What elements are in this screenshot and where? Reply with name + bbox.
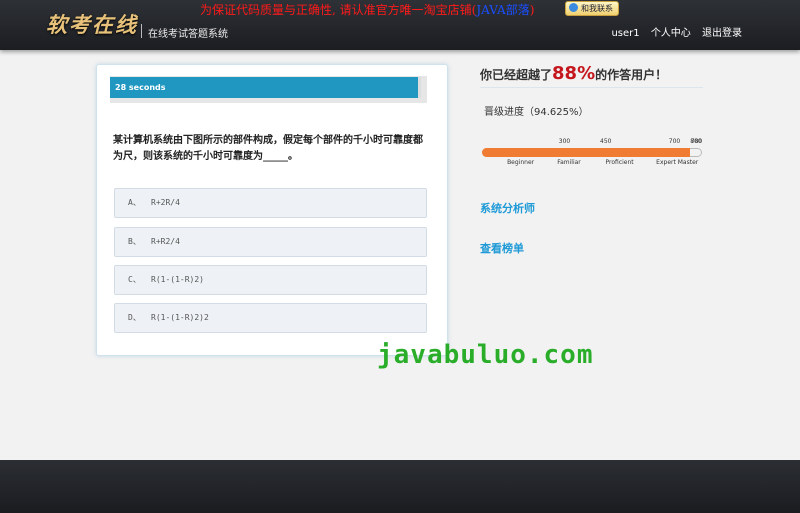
leaderboard-link[interactable]: 查看榜单 [480,240,524,256]
promo-shop-link[interactable]: JAVA部落 [476,3,529,17]
option-text: R(1-(1-R)2) [151,275,204,284]
progress-tick-label: 700 [668,138,681,145]
progress-level-label: Proficient [605,159,634,166]
nav-profile-link[interactable]: 个人中心 [651,28,691,39]
question-card: 28 seconds 某计算机系统由下图所示的部件构成，假定每个部件的千小时可靠… [96,64,448,356]
chat-icon [569,3,578,12]
timer-progress-bar: 28 seconds [110,77,421,98]
timer-text: 28 seconds [115,83,166,92]
progress-level-label: Master [677,159,699,166]
beat-percentage: 88% [552,63,596,84]
promo-banner: 为保证代码质量与正确性, 请认准官方唯一淘宝店铺(JAVA部落) [200,1,534,18]
top-header: 软考在线 在线考试答题系统 为保证代码质量与正确性, 请认准官方唯一淘宝店铺(J… [0,0,800,50]
level-progress-fill [482,148,690,157]
option-b[interactable]: B、 R+R2/4 [114,227,427,257]
option-letter: A、 [128,198,141,207]
nav-username[interactable]: user1 [611,28,639,39]
option-c[interactable]: C、 R(1-(1-R)2) [114,265,427,295]
option-letter: D、 [128,313,141,322]
site-subtitle: 在线考试答题系统 [148,29,228,40]
timer-progress-track: 28 seconds [110,76,427,103]
progress-tick-label: 450 [600,138,612,145]
beat-users-heading: 你已经超越了88%的作答用户！ [480,63,703,88]
question-text: 某计算机系统由下图所示的部件构成，假定每个部件的千小时可靠度都为尺，则该系统的千… [113,135,423,162]
option-text: R+2R/4 [151,198,180,207]
contact-label: 和我联系 [581,4,613,13]
promo-text: 为保证代码质量与正确性, 请认准官方唯一淘宝店铺( [200,3,477,17]
beat-suffix: 的作答用户！ [595,68,668,82]
option-letter: C、 [128,275,141,284]
page-footer [0,460,800,513]
logo-divider [141,24,142,38]
site-logo[interactable]: 软考在线 [46,9,138,39]
beat-prefix: 你已经超越了 [480,68,553,82]
contact-me-button[interactable]: 和我联系 [565,1,619,16]
option-text: R(1-(1-R)2)2 [151,313,209,322]
progress-tick-label: 800 [690,138,702,145]
nav-logout-link[interactable]: 退出登录 [702,28,742,39]
progress-level-label: Familiar [557,159,581,166]
progress-level-label: Beginner [507,159,535,166]
level-progress-scale: 300 450 700 780 800 Beginner Familiar Proficien… [482,138,702,168]
category-link[interactable]: 系统分析师 [480,200,535,216]
progress-level-label: Expert [656,159,676,166]
option-a[interactable]: A、 R+2R/4 [114,188,427,218]
promo-close: ) [529,3,535,17]
watermark-text: javabuluo.com [377,340,594,370]
level-progress-label: 晋级进度（94.625%） [484,107,589,118]
user-nav: user1 个人中心 退出登录 [603,24,742,39]
option-letter: B、 [128,237,141,246]
option-text: R+R2/4 [151,237,180,246]
progress-tick-label: 300 [558,138,571,145]
option-d[interactable]: D、 R(1-(1-R)2)2 [114,303,427,333]
